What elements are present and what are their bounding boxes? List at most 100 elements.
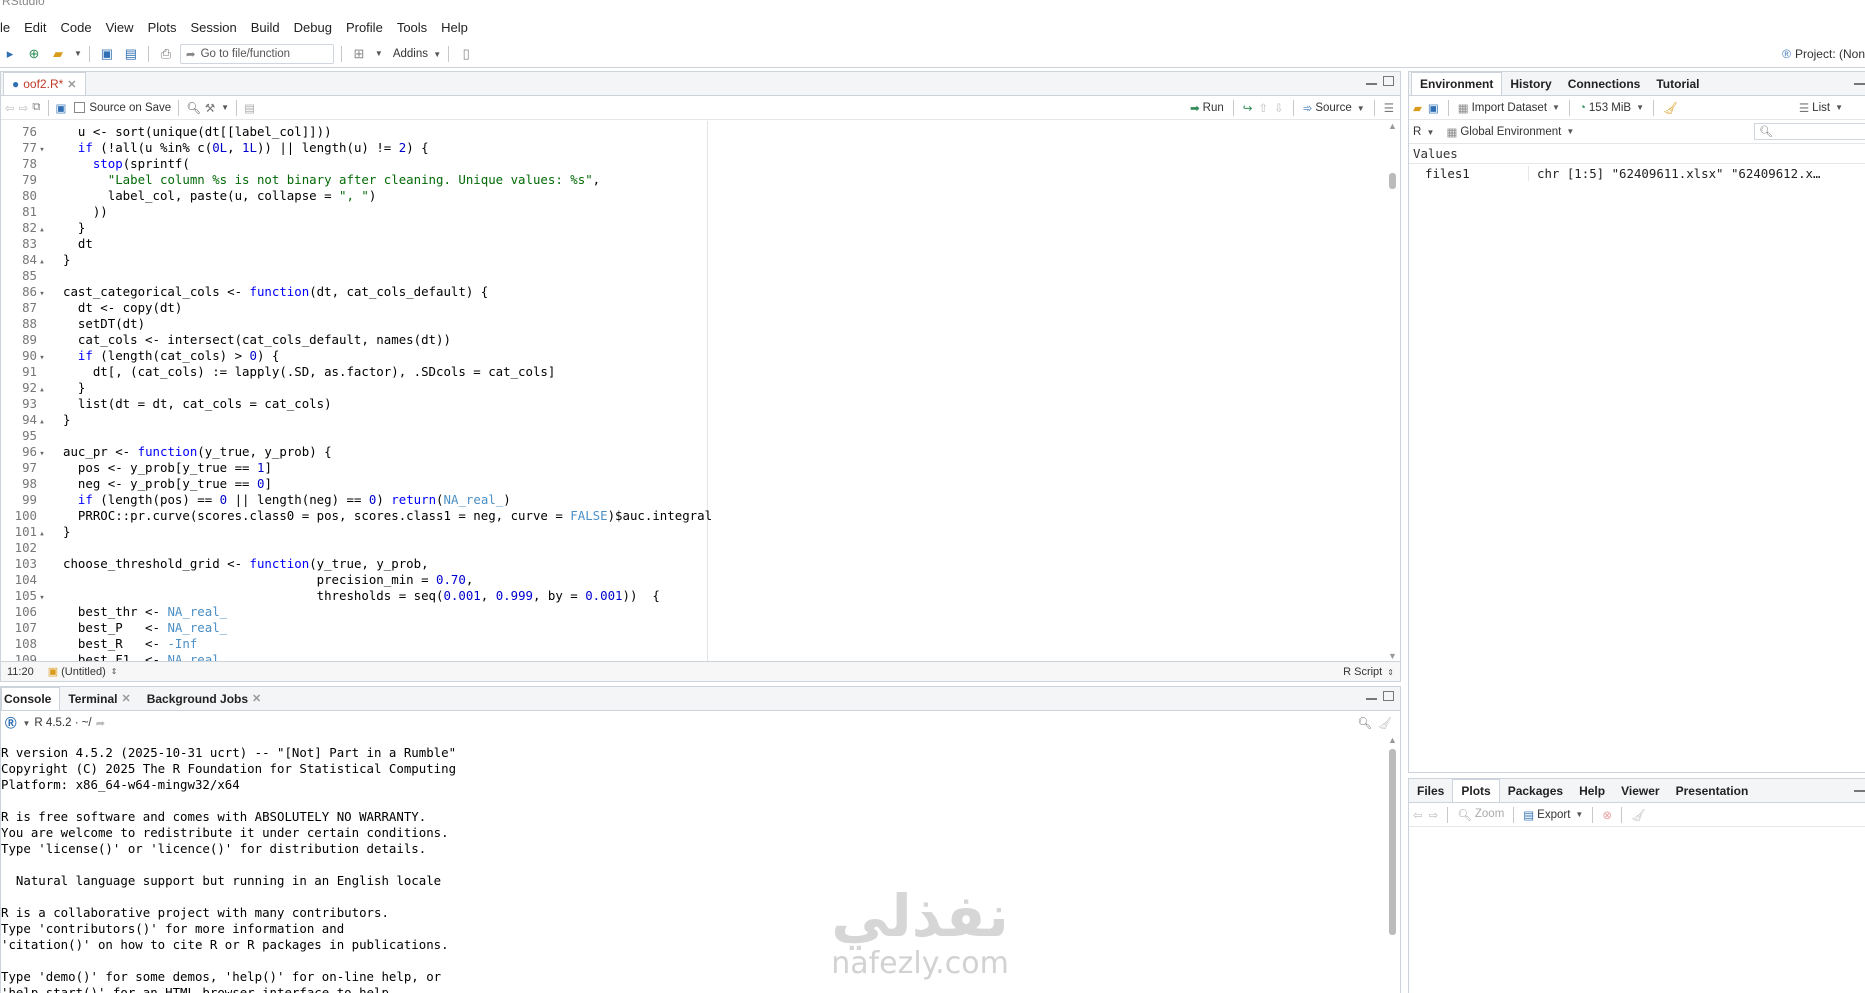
export-button[interactable]: ▤ Export ▼ <box>1523 808 1583 822</box>
addins-menu[interactable]: Addins ▼ <box>393 48 441 60</box>
back-icon[interactable]: ⇦ <box>5 101 15 115</box>
save-all-icon[interactable]: ▤ <box>121 44 141 64</box>
editor-scrollbar[interactable]: ▲ ▼ <box>1386 121 1400 661</box>
menu-item[interactable]: View <box>99 20 141 35</box>
remove-plot-icon[interactable]: ⊗ <box>1602 808 1612 822</box>
tab-connections[interactable]: Connections <box>1560 72 1649 95</box>
tab-help[interactable]: Help <box>1571 779 1613 802</box>
project-menu[interactable]: ® Project: (Non <box>1782 40 1865 68</box>
load-workspace-icon[interactable]: ▰ <box>1413 101 1422 115</box>
source-button[interactable]: ➾ Source ▼ <box>1303 101 1365 115</box>
save-workspace-icon[interactable]: ▣ <box>1428 101 1439 115</box>
source-on-save-label: Source on Save <box>89 101 172 114</box>
code-token: pos <- y_prob[y_true == <box>63 460 257 475</box>
tab-console[interactable]: Console <box>1 687 61 710</box>
menu-item[interactable]: Code <box>54 20 99 35</box>
tab-tutorial[interactable]: Tutorial <box>1648 72 1707 95</box>
new-file-icon[interactable]: ▸ <box>0 44 20 64</box>
file-type-selector[interactable]: R Script ⇕ <box>1343 666 1394 678</box>
close-icon[interactable]: ✕ <box>121 692 130 705</box>
clear-workspace-icon[interactable]: 🧹︎ <box>1663 101 1678 115</box>
goto-file-input[interactable]: ➦ Go to file/function <box>179 43 334 64</box>
minimize-icon[interactable] <box>1366 697 1377 700</box>
tab-terminal[interactable]: Terminal ✕ <box>60 687 138 710</box>
down-icon[interactable]: ⇩ <box>1274 101 1284 115</box>
minimize-icon[interactable] <box>1854 789 1865 792</box>
forward-icon[interactable]: ⇨ <box>19 101 29 115</box>
source-on-save-checkbox[interactable] <box>74 102 86 113</box>
code-editor[interactable]: 76 77 ▾ 78 79 80 81 82 ▴ 83 84 ▴ 85 86 ▾ 87 88 89 90 ▾ 91 92 ▴… <box>1 121 1400 661</box>
tab-files[interactable]: Files <box>1409 779 1452 802</box>
tab-presentation[interactable]: Presentation <box>1668 779 1757 802</box>
console-output[interactable]: R version 4.5.2 (2025-10-31 ucrt) -- "[N… <box>1 742 1386 993</box>
menu-item[interactable]: Edit <box>17 20 53 35</box>
close-icon[interactable]: ✕ <box>252 692 261 705</box>
minimize-icon[interactable] <box>1366 82 1377 85</box>
memory-usage[interactable]: ◔ 153 MiB ▼ <box>1579 102 1644 114</box>
rerun-icon[interactable]: ↪ <box>1243 101 1253 115</box>
open-recent-chevron-icon[interactable]: ▼ <box>74 49 82 58</box>
up-icon[interactable]: ⇧ <box>1258 101 1268 115</box>
clear-plots-icon[interactable]: 🧹︎ <box>1631 808 1646 822</box>
tab-viewer[interactable]: Viewer <box>1613 779 1667 802</box>
scope-dropdown[interactable]: ▦ Global Environment ▼ <box>1446 125 1574 139</box>
menu-item[interactable]: Debug <box>287 20 339 35</box>
search-icon[interactable]: 🔍︎ <box>186 101 201 115</box>
import-dataset-button[interactable]: ▦ Import Dataset ▼ <box>1458 101 1560 115</box>
environment-search-input[interactable]: 🔍︎ <box>1754 123 1865 140</box>
toolbar-divider <box>47 99 49 116</box>
magic-wand-icon[interactable]: ⚒ <box>205 101 215 115</box>
scope-selector[interactable]: ▣ (Untitled) ⇕ <box>48 665 118 679</box>
scrollbar-thumb[interactable] <box>1389 749 1396 935</box>
outline-icon[interactable]: ☰ <box>1384 101 1394 115</box>
scroll-down-icon[interactable]: ▼ <box>1388 651 1397 661</box>
maximize-icon[interactable] <box>1383 691 1394 701</box>
workspace-panes-icon[interactable]: ⊞ <box>349 44 369 64</box>
tab-background-jobs[interactable]: Background Jobs ✕ <box>139 687 270 710</box>
minimize-icon[interactable] <box>1854 82 1865 85</box>
clear-console-icon[interactable]: 🧹︎ <box>1377 716 1392 730</box>
r-logo-icon[interactable]: Ⓡ <box>5 715 17 731</box>
menu-item[interactable]: Profile <box>339 20 390 35</box>
scrollbar-thumb[interactable] <box>1389 173 1396 189</box>
menu-item[interactable]: Help <box>434 20 475 35</box>
save-icon[interactable]: ▣ <box>56 101 67 115</box>
compile-report-icon[interactable]: ▤ <box>244 101 255 115</box>
environment-row[interactable]: files1 chr [1:5] "62409611.xlsx" "6240961… <box>1409 164 1865 182</box>
tab-plots[interactable]: Plots <box>1452 779 1500 802</box>
prev-plot-icon[interactable]: ⇦ <box>1413 808 1423 822</box>
tab-environment[interactable]: Environment <box>1411 72 1503 95</box>
show-in-window-icon[interactable]: ⧉ <box>32 101 40 114</box>
next-plot-icon[interactable]: ⇨ <box>1429 808 1439 822</box>
scroll-up-icon[interactable]: ▲ <box>1388 735 1397 745</box>
menu-item[interactable]: Build <box>244 20 287 35</box>
console-scrollbar[interactable]: ▲ <box>1386 735 1400 993</box>
language-selector[interactable]: R ▼ <box>1413 126 1434 138</box>
tab-history[interactable]: History <box>1502 72 1559 95</box>
code-tools-chevron-icon[interactable]: ▼ <box>221 103 229 112</box>
maximize-icon[interactable] <box>1383 76 1394 86</box>
scroll-up-icon[interactable]: ▲ <box>1388 121 1397 131</box>
new-project-icon[interactable]: ⊕ <box>24 44 44 64</box>
list-view-selector[interactable]: ☰ List ▼ <box>1799 101 1843 115</box>
tab-packages[interactable]: Packages <box>1500 779 1571 802</box>
menu-item[interactable]: Session <box>183 20 243 35</box>
layout-icon[interactable]: ▯ <box>456 44 476 64</box>
menu-item[interactable]: le <box>0 20 17 35</box>
menu-item[interactable]: Plots <box>141 20 184 35</box>
save-icon[interactable]: ▣ <box>97 44 117 64</box>
go-to-dir-icon[interactable]: ➦ <box>96 716 106 730</box>
r-version-chevron-icon[interactable]: ▼ <box>23 719 31 728</box>
code-token: u <- sort(unique(dt[[label_col]])) <box>63 124 332 139</box>
run-button[interactable]: ➡ Run <box>1190 101 1224 115</box>
panes-chevron-icon[interactable]: ▼ <box>375 49 383 58</box>
print-icon[interactable]: ⎙ <box>156 44 176 64</box>
tab-oof2-r[interactable]: ● oof2.R* ✕ <box>3 72 86 95</box>
menu-item[interactable]: Tools <box>390 20 434 35</box>
close-icon[interactable]: ✕ <box>67 78 76 91</box>
code-token: dt[, (cat_cols) := lapply(.SD, as.factor… <box>63 364 556 379</box>
zoom-button[interactable]: 🔍︎ Zoom <box>1457 808 1504 822</box>
console-tabstrip: Console Terminal ✕ Background Jobs ✕ <box>1 687 1400 711</box>
console-search-icon[interactable]: 🔍︎ <box>1357 716 1372 730</box>
open-file-icon[interactable]: ▰ <box>48 44 68 64</box>
